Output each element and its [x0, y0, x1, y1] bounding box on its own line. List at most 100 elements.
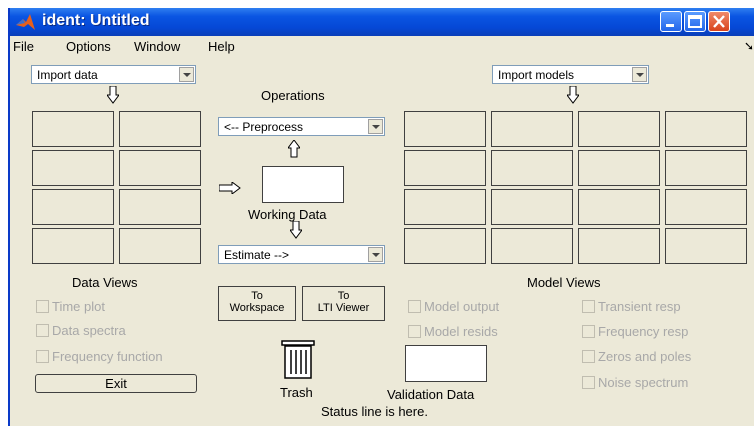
checkbox-box — [582, 376, 595, 389]
menu-file[interactable]: File — [13, 39, 34, 54]
exit-button[interactable]: Exit — [35, 374, 197, 393]
model-views-title: Model Views — [527, 275, 601, 290]
up-arrow-icon — [288, 140, 300, 158]
model-slot[interactable] — [578, 228, 660, 264]
data-spectra-checkbox[interactable]: Data spectra — [36, 323, 126, 338]
chevron-down-icon — [368, 119, 383, 134]
model-slot[interactable] — [491, 111, 573, 147]
right-arrow-icon — [219, 182, 241, 194]
zeros-and-poles-label: Zeros and poles — [598, 349, 692, 364]
frequency-resp-checkbox[interactable]: Frequency resp — [582, 324, 688, 339]
minimize-button[interactable] — [660, 11, 682, 32]
menu-bar: File Options Window Help ➘ — [10, 36, 754, 56]
checkbox-box — [408, 300, 421, 313]
model-slot[interactable] — [578, 189, 660, 225]
data-views-title: Data Views — [72, 275, 138, 290]
close-icon — [713, 15, 725, 28]
maximize-button[interactable] — [684, 11, 706, 32]
model-output-checkbox[interactable]: Model output — [408, 299, 499, 314]
data-slot[interactable] — [119, 111, 201, 147]
title-bar[interactable]: ident: Untitled — [10, 8, 754, 36]
preprocess-value: <-- Preprocess — [224, 120, 304, 134]
model-slot[interactable] — [404, 150, 486, 186]
to-workspace-line2: Workspace — [229, 302, 285, 314]
checkbox-box — [36, 324, 49, 337]
data-spectra-label: Data spectra — [52, 323, 126, 338]
checkbox-box — [582, 350, 595, 363]
validation-data-label: Validation Data — [387, 387, 475, 402]
validation-data-slot[interactable] — [405, 345, 487, 382]
status-line: Status line is here. — [321, 404, 428, 419]
maximize-icon — [688, 15, 702, 28]
data-slot[interactable] — [32, 228, 114, 264]
model-slot[interactable] — [665, 189, 747, 225]
chevron-down-icon — [368, 247, 383, 262]
frequency-function-label: Frequency function — [52, 349, 163, 364]
time-plot-label: Time plot — [52, 299, 105, 314]
menu-arrow-icon: ➘ — [743, 39, 754, 53]
model-slot[interactable] — [578, 111, 660, 147]
window-title: ident: Untitled — [42, 12, 150, 29]
model-slot[interactable] — [665, 150, 747, 186]
data-slot[interactable] — [32, 150, 114, 186]
model-slot[interactable] — [491, 228, 573, 264]
to-workspace-button[interactable]: To Workspace — [218, 286, 296, 321]
import-models-value: Import models — [498, 68, 575, 82]
import-models-popup[interactable]: Import models — [492, 65, 649, 84]
import-data-popup[interactable]: Import data — [31, 65, 196, 84]
model-slot[interactable] — [665, 111, 747, 147]
model-slot[interactable] — [665, 228, 747, 264]
operations-label: Operations — [261, 88, 325, 103]
noise-spectrum-label: Noise spectrum — [598, 375, 689, 390]
checkbox-box — [582, 325, 595, 338]
data-slot[interactable] — [32, 189, 114, 225]
model-resids-label: Model resids — [424, 324, 498, 339]
to-lti-line1: To — [337, 290, 350, 302]
down-arrow-icon — [290, 221, 302, 239]
import-data-value: Import data — [37, 68, 98, 82]
matlab-logo-icon — [16, 14, 35, 30]
working-data-slot[interactable] — [262, 166, 344, 203]
close-button[interactable] — [708, 11, 730, 32]
checkbox-box — [582, 300, 595, 313]
transient-resp-label: Transient resp — [598, 299, 681, 314]
to-lti-line2: LTI Viewer — [317, 302, 370, 314]
frequency-resp-label: Frequency resp — [598, 324, 689, 339]
model-slot[interactable] — [404, 189, 486, 225]
preprocess-popup[interactable]: <-- Preprocess — [218, 117, 385, 136]
model-slot[interactable] — [491, 150, 573, 186]
time-plot-checkbox[interactable]: Time plot — [36, 299, 105, 314]
minimize-icon — [666, 24, 674, 27]
menu-options[interactable]: Options — [66, 39, 111, 54]
data-slot[interactable] — [32, 111, 114, 147]
trash-icon[interactable] — [281, 340, 317, 380]
down-arrow-icon — [567, 86, 579, 104]
down-arrow-icon — [107, 86, 119, 104]
estimate-value: Estimate --> — [224, 248, 290, 262]
model-output-label: Model output — [424, 299, 500, 314]
data-slot[interactable] — [119, 189, 201, 225]
to-lti-viewer-button[interactable]: To LTI Viewer — [302, 286, 385, 321]
ident-window: ident: Untitled File Options Window Help… — [8, 8, 754, 426]
chevron-down-icon — [632, 67, 647, 82]
menu-window[interactable]: Window — [134, 39, 180, 54]
data-slot[interactable] — [119, 150, 201, 186]
noise-spectrum-checkbox[interactable]: Noise spectrum — [582, 375, 688, 390]
transient-resp-checkbox[interactable]: Transient resp — [582, 299, 681, 314]
model-resids-checkbox[interactable]: Model resids — [408, 324, 498, 339]
zeros-and-poles-checkbox[interactable]: Zeros and poles — [582, 349, 691, 364]
model-slot[interactable] — [404, 111, 486, 147]
model-slot[interactable] — [578, 150, 660, 186]
trash-label: Trash — [280, 385, 313, 400]
chevron-down-icon — [179, 67, 194, 82]
menu-help[interactable]: Help — [208, 39, 235, 54]
working-data-label: Working Data — [248, 207, 327, 222]
checkbox-box — [408, 325, 421, 338]
estimate-popup[interactable]: Estimate --> — [218, 245, 385, 264]
checkbox-box — [36, 300, 49, 313]
data-slot[interactable] — [119, 228, 201, 264]
checkbox-box — [36, 350, 49, 363]
model-slot[interactable] — [404, 228, 486, 264]
model-slot[interactable] — [491, 189, 573, 225]
frequency-function-checkbox[interactable]: Frequency function — [36, 349, 163, 364]
